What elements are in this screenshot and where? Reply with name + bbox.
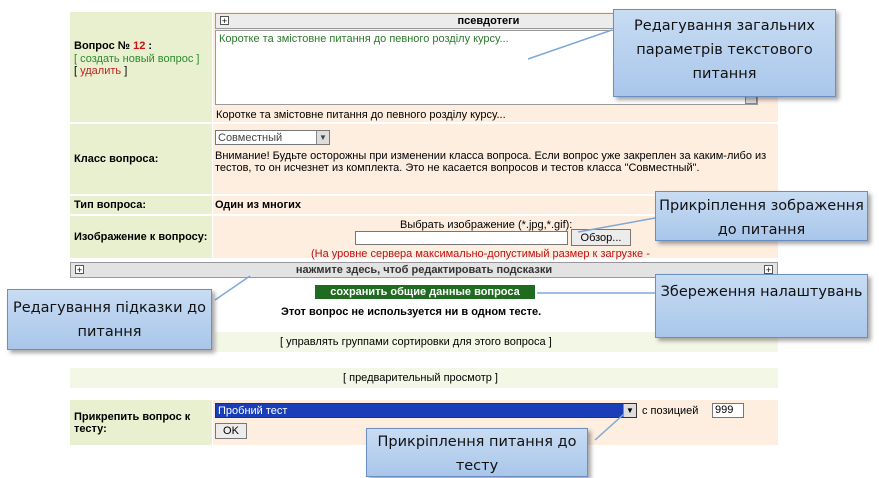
callout-image: Прикріплення зображення до питання: [655, 191, 868, 241]
callout-save: Збереження налаштувань: [655, 274, 868, 338]
callout-hint: Редагування підказки до питання: [7, 289, 212, 350]
callout-general: Редагування загальних параметрів текстов…: [613, 9, 836, 97]
callout-attach: Прикріплення питання до тесту: [366, 428, 588, 477]
